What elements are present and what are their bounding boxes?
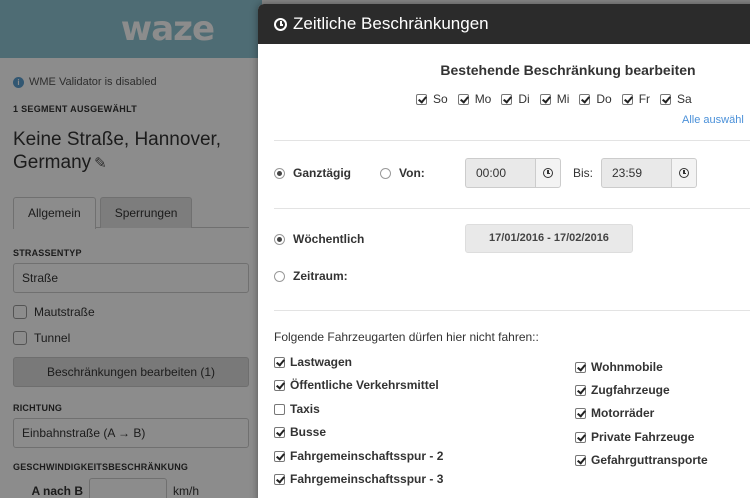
divider [274,208,750,209]
all-day-radio[interactable] [274,167,285,179]
day-checkbox[interactable] [621,93,633,105]
vehicle-gefahrguttransporte[interactable]: Gefahrguttransporte [575,453,708,467]
vehicle-fahrgemeinschaftsspur-3[interactable]: Fahrgemeinschaftsspur - 3 [274,472,443,486]
modal-backdrop[interactable] [0,0,262,498]
from-time-group: 00:00 [465,158,561,188]
day-checkbox[interactable] [416,93,427,105]
vehicle-wohnmobile[interactable]: Wohnmobile [575,360,663,374]
vehicle-label: Private Fahrzeuge [591,430,695,444]
to-time-group: 23:59 [601,158,697,188]
period-option[interactable]: Zeitraum: [274,269,348,283]
vehicle-label: Fahrgemeinschaftsspur - 2 [290,449,444,463]
vehicle-checkbox[interactable] [274,379,285,391]
vehicle-label: Fahrgemeinschaftsspur - 3 [290,472,444,486]
vehicle-checkbox[interactable] [274,450,285,462]
clock-icon [679,168,689,178]
date-range-button[interactable]: 17/01/2016 - 17/02/2016 [465,224,633,253]
from-radio[interactable] [380,167,391,179]
clock-icon [543,168,553,178]
vehicle-motorrader[interactable]: Motorräder [575,406,654,420]
day-checkbox[interactable] [579,93,591,105]
day-mo[interactable]: Mo [457,92,492,106]
time-restrictions-modal: Zeitliche Beschränkungen Bestehende Besc… [258,4,750,498]
vehicle-checkbox[interactable] [274,356,285,368]
to-time-input[interactable]: 23:59 [601,158,671,188]
to-label: Bis: [573,166,594,180]
day-label: Do [596,92,612,106]
day-sa[interactable]: Sa [660,92,692,106]
day-checkbox[interactable] [539,93,551,105]
all-day-label: Ganztägig [293,166,352,180]
day-label: Fr [638,92,651,106]
select-all-link[interactable]: Alle auswähl [682,114,744,126]
day-so[interactable]: So [416,92,448,106]
day-checkbox[interactable] [457,93,469,105]
vehicle-label: Lastwagen [290,355,353,369]
vehicle-checkbox[interactable] [274,426,285,438]
vehicle-label: Wohnmobile [591,360,663,374]
day-checkbox[interactable] [501,93,513,105]
all-day-option[interactable]: Ganztägig [274,166,351,180]
vehicle-private-fahrzeuge[interactable]: Private Fahrzeuge [575,430,694,444]
day-label: So [433,92,448,106]
from-time-picker-button[interactable] [535,158,561,188]
modal-header: Zeitliche Beschränkungen [258,4,750,44]
vehicle-label: Zugfahrzeuge [591,383,670,397]
from-option[interactable]: Von: [380,166,425,180]
period-label: Zeitraum: [293,269,348,283]
vehicle-checkbox[interactable] [575,361,586,373]
vehicle-label: Busse [290,425,327,439]
divider [274,140,750,141]
day-mi[interactable]: Mi [539,92,570,106]
day-do[interactable]: Do [579,92,612,106]
divider [274,310,750,311]
vehicle-fahrgemeinschaftsspur-2[interactable]: Fahrgemeinschaftsspur - 2 [274,449,443,463]
period-radio[interactable] [274,270,285,282]
vehicles-heading: Folgende Fahrzeugarten dürfen hier nicht… [274,330,539,344]
vehicle-label: Taxis [290,402,320,416]
vehicle-busse[interactable]: Busse [274,425,326,439]
vehicle-checkbox[interactable] [274,473,285,485]
day-checkbox[interactable] [660,93,672,105]
day-di[interactable]: Di [501,92,530,106]
day-label: Mi [556,92,570,106]
modal-title: Zeitliche Beschränkungen [293,14,489,33]
weekly-option[interactable]: Wöchentlich [274,232,364,246]
vehicle-taxis[interactable]: Taxis [274,402,320,416]
day-fr[interactable]: Fr [621,92,651,106]
weekday-checkboxes: So Mo Di Mi Do Fr Sa [416,92,692,106]
vehicle-lastwagen[interactable]: Lastwagen [274,355,352,369]
day-label: Di [518,92,530,106]
day-label: Mo [474,92,492,106]
vehicle-zugfahrzeuge[interactable]: Zugfahrzeuge [575,383,670,397]
vehicle-label: Motorräder [591,406,655,420]
to-time-picker-button[interactable] [671,158,697,188]
vehicle-checkbox[interactable] [575,407,586,419]
vehicle-checkbox[interactable] [575,454,586,466]
day-label: Sa [677,92,692,106]
clock-icon [274,17,287,31]
vehicle-checkbox[interactable] [274,403,285,415]
weekly-label: Wöchentlich [293,232,365,246]
vehicle-label: Gefahrguttransporte [591,453,708,467]
edit-heading: Bestehende Beschränkung bearbeiten [440,62,696,78]
vehicle-label: Öffentliche Verkehrsmittel [290,378,439,392]
vehicle-checkbox[interactable] [575,431,586,443]
from-label: Von: [399,166,425,180]
from-time-input[interactable]: 00:00 [465,158,535,188]
weekly-radio[interactable] [274,233,285,245]
vehicle-offentliche-verkehrsmittel[interactable]: Öffentliche Verkehrsmittel [274,378,439,392]
vehicle-checkbox[interactable] [575,384,586,396]
